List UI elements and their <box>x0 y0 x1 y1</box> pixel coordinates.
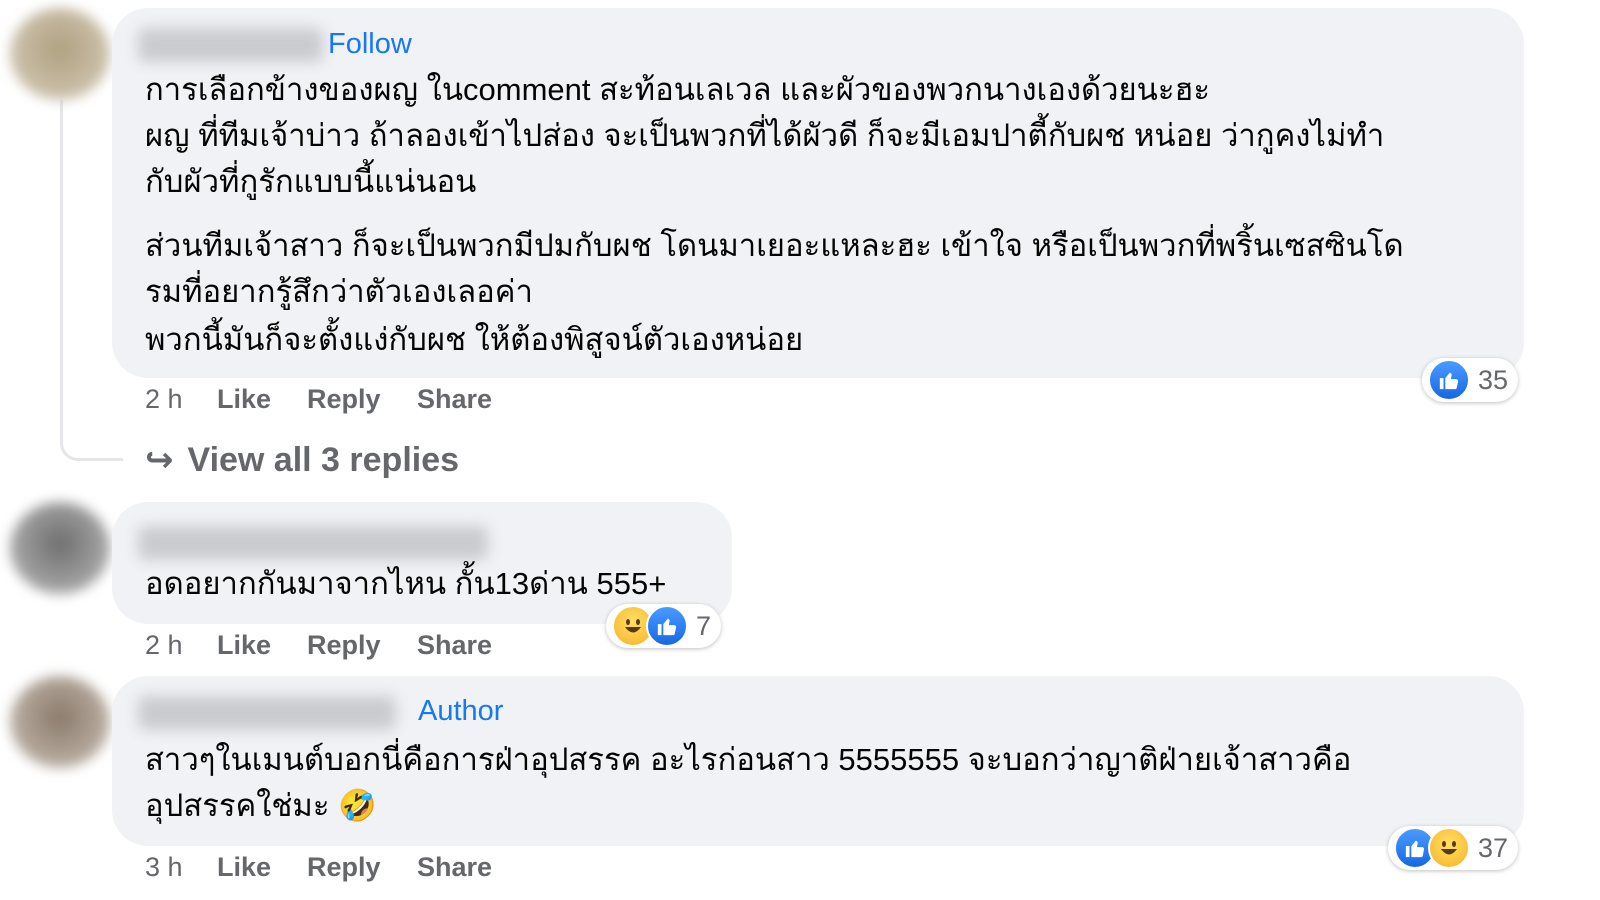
timestamp[interactable]: 2 h <box>145 384 183 415</box>
comment-text-line: การเลือกข้างของผญ ในcomment สะท้อนเลเวล … <box>145 72 1211 107</box>
comment-text-line: อดอยากกันมาจากไหน กั้น13ด่าน 555+ <box>145 566 667 601</box>
follow-link[interactable]: Follow <box>328 28 412 61</box>
avatar[interactable] <box>10 8 110 100</box>
like-reaction-icon <box>1428 359 1470 401</box>
reaction-summary[interactable]: 7 <box>606 604 722 648</box>
comment-text-line: อุปสรรคใช่มะ 🤣 <box>145 788 377 823</box>
reaction-count: 7 <box>696 610 712 641</box>
like-button[interactable]: Like <box>217 852 271 883</box>
reaction-count: 37 <box>1478 832 1509 863</box>
share-button[interactable]: Share <box>417 852 492 883</box>
reaction-summary[interactable]: 37 <box>1388 826 1519 870</box>
reply-button[interactable]: Reply <box>307 852 381 883</box>
reply-arrow-icon: ↪ <box>145 441 174 479</box>
avatar[interactable] <box>10 502 110 594</box>
like-button[interactable]: Like <box>217 630 271 661</box>
share-button[interactable]: Share <box>417 384 492 415</box>
avatar[interactable] <box>10 676 110 768</box>
timestamp[interactable]: 2 h <box>145 630 183 661</box>
reply-button[interactable]: Reply <box>307 384 381 415</box>
timestamp[interactable]: 3 h <box>145 852 183 883</box>
comment-text-line: รมที่อยากรู้สึกว่าตัวเองเลอค่า <box>145 274 533 309</box>
comment-text-line: สาวๆในเมนต์บอกนี่คือการฝ่าอุปสรรค อะไรก่… <box>145 742 1352 777</box>
comment-text-line: ส่วนทีมเจ้าสาว ก็จะเป็นพวกมีปมกับผช โดนม… <box>145 228 1404 263</box>
reaction-summary[interactable]: 35 <box>1422 358 1519 402</box>
view-replies-link[interactable]: ↪ View all 3 replies <box>145 440 459 480</box>
view-replies-label: View all 3 replies <box>187 441 460 479</box>
comment-text-line: พวกนี้มันก็จะตั้งแง่กับผช ให้ต้องพิสูจน์… <box>145 322 804 357</box>
share-button[interactable]: Share <box>417 630 492 661</box>
comment-text-line: กับผัวที่กูรักแบบนี้แน่นอน <box>145 164 477 199</box>
haha-reaction-icon <box>1428 827 1470 869</box>
author-name[interactable] <box>138 28 323 62</box>
like-button[interactable]: Like <box>217 384 271 415</box>
like-reaction-icon <box>646 605 688 647</box>
reaction-count: 35 <box>1478 364 1509 395</box>
author-badge: Author <box>418 695 504 727</box>
reply-button[interactable]: Reply <box>307 630 381 661</box>
author-name[interactable] <box>138 526 488 560</box>
comment-text-line: ผญ ที่ทีมเจ้าบ่าว ถ้าลองเข้าไปส่อง จะเป็… <box>145 118 1385 153</box>
author-name[interactable] <box>138 696 396 730</box>
